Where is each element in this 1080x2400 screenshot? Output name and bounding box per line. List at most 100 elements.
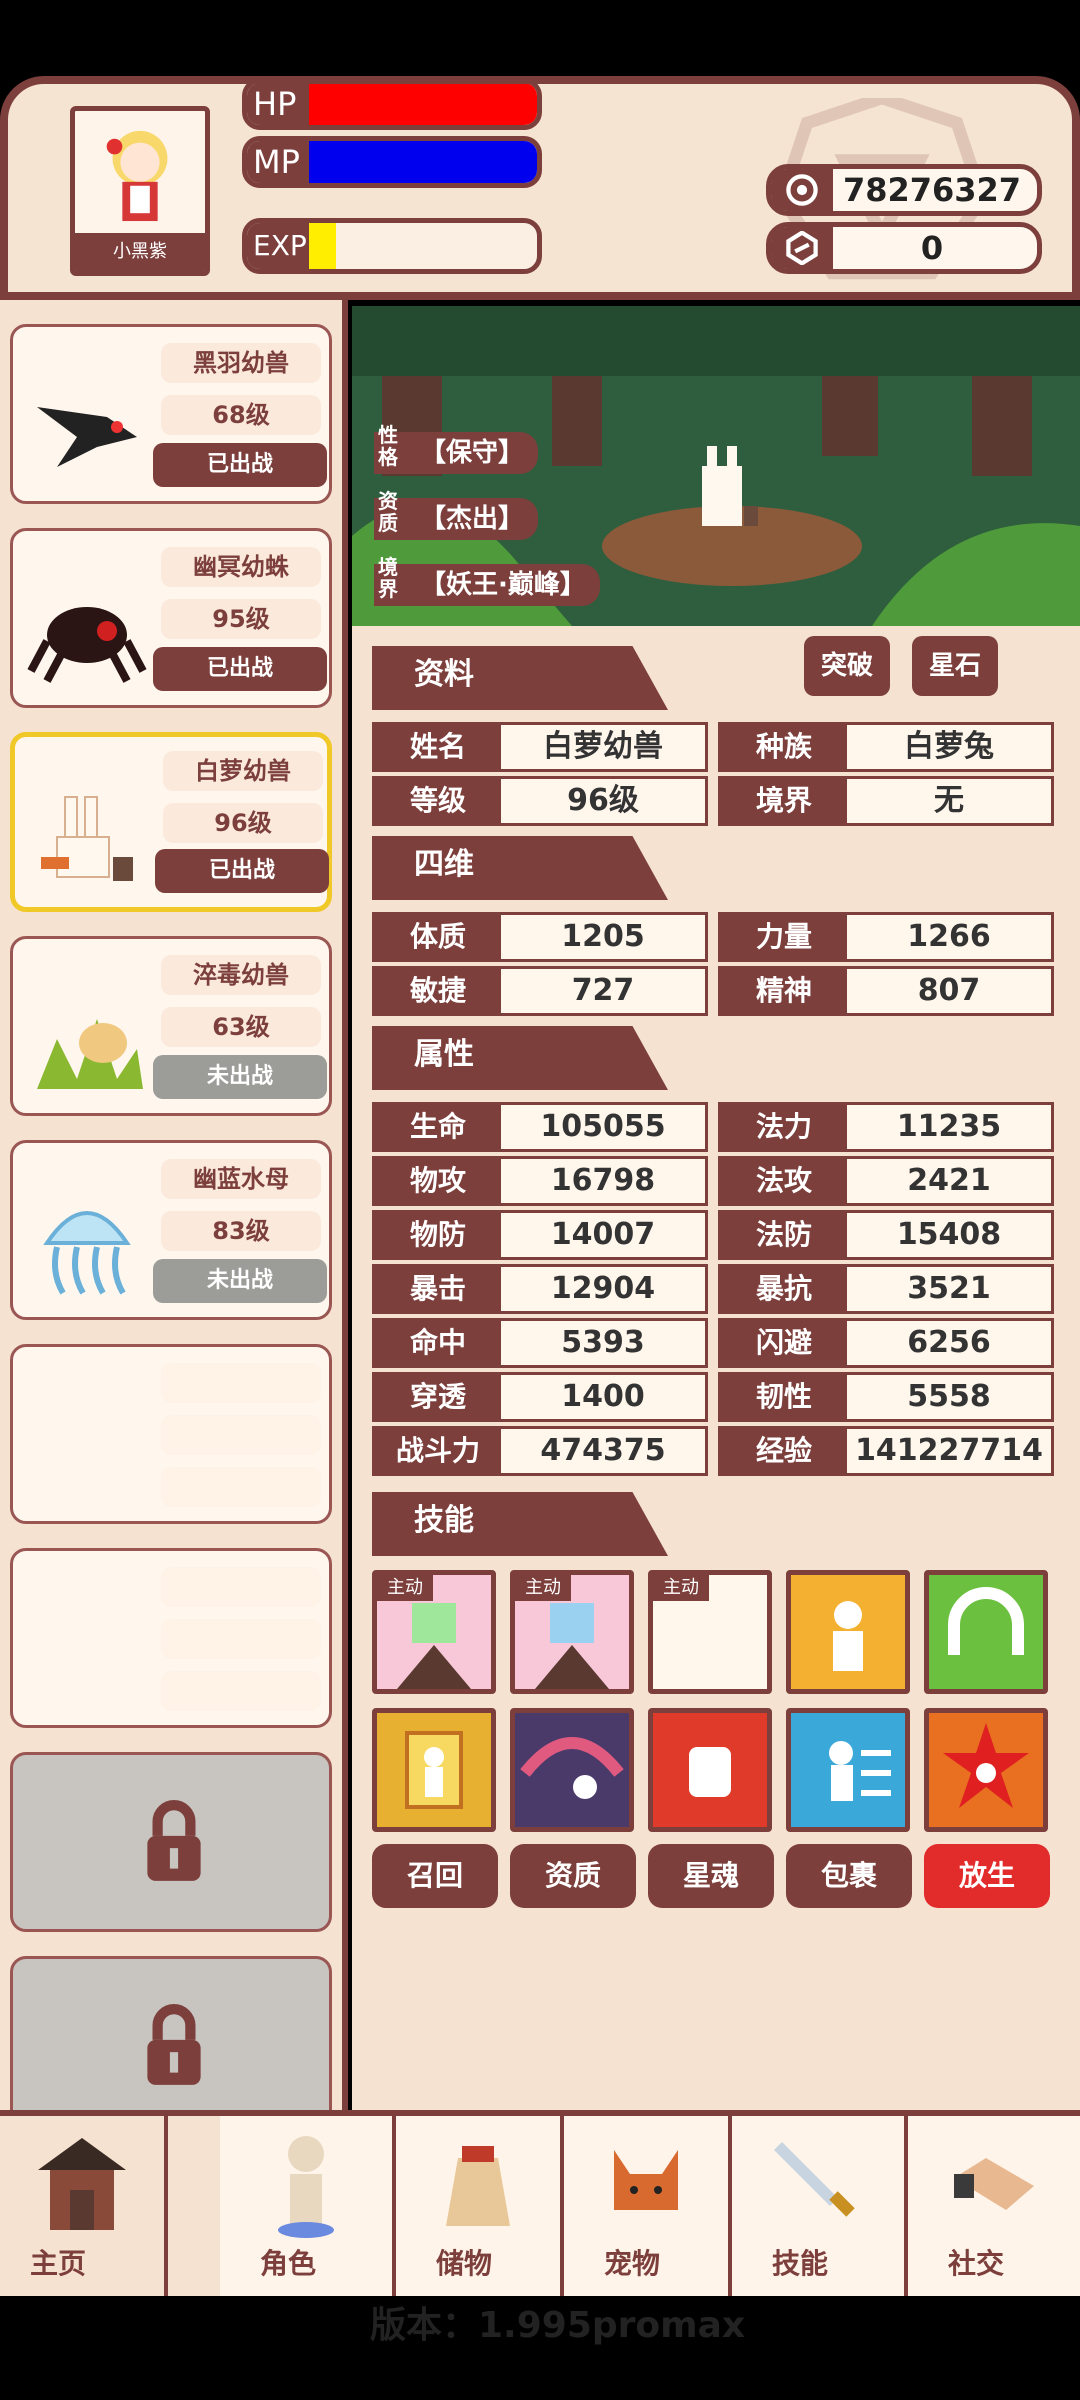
nav-label: 主页 bbox=[30, 2247, 87, 2280]
app-screen: 小黑紫 HP MP EXP 78276327 0 黑羽幼兽 68级 已出战 幽冥… bbox=[0, 0, 1080, 2400]
pet-level: 96级 bbox=[163, 803, 323, 843]
aptitude-tag: 资质 【杰出】 bbox=[374, 490, 539, 540]
pet-slot-1[interactable]: 黑羽幼兽 68级 已出战 bbox=[10, 324, 332, 504]
attr-cell: 暴击 12904 bbox=[372, 1264, 708, 1314]
four-cell: 精神 807 bbox=[718, 966, 1054, 1016]
pet-slot-3[interactable]: 白萝幼兽 96级 已出战 bbox=[10, 732, 332, 912]
aptitude-value: 【杰出】 bbox=[420, 504, 525, 534]
bird-pet-icon bbox=[37, 407, 137, 467]
locked-pet-slot[interactable] bbox=[10, 1956, 332, 2110]
attr-value: 12904 bbox=[550, 1271, 656, 1306]
star-stone-button[interactable]: 星石 bbox=[912, 636, 998, 696]
skill-slot[interactable] bbox=[924, 1708, 1048, 1832]
deploy-button[interactable]: 已出战 bbox=[155, 849, 329, 893]
fist-skill-icon bbox=[689, 1747, 731, 1797]
nav-label: 角色 bbox=[260, 2247, 317, 2280]
sword-icon bbox=[774, 2142, 855, 2217]
player-avatar[interactable]: 小黑紫 bbox=[70, 106, 210, 276]
four-cell: 敏捷 727 bbox=[372, 966, 708, 1016]
whirlwind-skill-icon bbox=[520, 1737, 624, 1799]
star-soul-button[interactable]: 星魂 bbox=[648, 1844, 774, 1908]
attr-key: 穿透 bbox=[375, 1375, 501, 1419]
attr-cell: 闪避 6256 bbox=[718, 1318, 1054, 1368]
realm-tag: 境界 【妖王·巅峰】 bbox=[374, 556, 600, 606]
attr-key: 法防 bbox=[721, 1213, 847, 1257]
stat-value: 727 bbox=[571, 973, 635, 1008]
deploy-button[interactable]: 未出战 bbox=[153, 1259, 327, 1303]
deploy-button[interactable]: 已出战 bbox=[153, 647, 327, 691]
nav-storage[interactable]: 储物 bbox=[396, 2116, 564, 2296]
shield-figure-skill-icon bbox=[405, 1731, 463, 1809]
pet-slot-2[interactable]: 幽冥幼蛛 95级 已出战 bbox=[10, 528, 332, 708]
bag-button[interactable]: 包裹 bbox=[786, 1844, 912, 1908]
attr-key: 物攻 bbox=[375, 1159, 501, 1203]
deploy-button[interactable]: 未出战 bbox=[153, 1055, 327, 1099]
gem-counter: 0 bbox=[766, 222, 1042, 274]
nav-label: 社交 bbox=[948, 2247, 1005, 2280]
skill-slot[interactable] bbox=[924, 1570, 1048, 1694]
section-skill-header: 技能 bbox=[372, 1492, 668, 1556]
hp-fill bbox=[309, 84, 537, 125]
locked-pet-slot[interactable] bbox=[10, 1752, 332, 1932]
mp-bar: MP bbox=[242, 136, 542, 188]
info-value: 白萝兔 bbox=[904, 729, 994, 764]
pet-level: 95级 bbox=[161, 599, 321, 639]
handshake-icon bbox=[954, 2158, 1034, 2210]
empty-pet-slot[interactable] bbox=[10, 1344, 332, 1524]
nav-home[interactable]: 主页 bbox=[0, 2116, 168, 2296]
attr-key: 暴抗 bbox=[721, 1267, 847, 1311]
attr-cell: 战斗力 474375 bbox=[372, 1426, 708, 1476]
empty-pill bbox=[161, 1619, 321, 1659]
pet-level: 68级 bbox=[161, 395, 321, 435]
attr-value: 141227714 bbox=[855, 1433, 1043, 1468]
nav-label: 宠物 bbox=[604, 2247, 661, 2280]
empty-pet-slot[interactable] bbox=[10, 1548, 332, 1728]
pet-slot-4[interactable]: 淬毒幼兽 63级 未出战 bbox=[10, 936, 332, 1116]
skill-slot[interactable] bbox=[510, 1708, 634, 1832]
skill-slot[interactable]: 主动 bbox=[510, 1570, 634, 1694]
skill-slot[interactable]: 主动 bbox=[372, 1570, 496, 1694]
mp-label: MP bbox=[247, 141, 309, 183]
info-key: 种族 bbox=[721, 725, 847, 769]
attr-value: 14007 bbox=[550, 1217, 656, 1252]
gem-value: 0 bbox=[920, 229, 944, 267]
info-cell: 种族 白萝兔 bbox=[718, 722, 1054, 772]
pet-name: 黑羽幼兽 bbox=[161, 343, 321, 383]
deploy-button[interactable]: 已出战 bbox=[153, 443, 327, 487]
empty-pill bbox=[161, 1467, 321, 1507]
attr-key: 法攻 bbox=[721, 1159, 847, 1203]
version-text: 版本：1.995promax bbox=[370, 2305, 746, 2346]
info-cell: 等级 96级 bbox=[372, 776, 708, 826]
gold-value: 78276327 bbox=[842, 171, 1022, 209]
active-tag: 主动 bbox=[653, 1575, 709, 1601]
attr-cell: 经验 141227714 bbox=[718, 1426, 1054, 1476]
section-attr-header: 属性 bbox=[372, 1026, 668, 1090]
nav-pet[interactable]: 宠物 bbox=[564, 2116, 732, 2296]
pet-name: 幽冥幼蛛 bbox=[161, 547, 321, 587]
release-button[interactable]: 放生 bbox=[924, 1844, 1050, 1908]
hp-label: HP bbox=[247, 84, 309, 125]
skill-slot-empty[interactable]: 主动 bbox=[648, 1570, 772, 1694]
attr-cell: 韧性 5558 bbox=[718, 1372, 1054, 1422]
nav-skill[interactable]: 技能 bbox=[732, 2116, 908, 2296]
nav-social[interactable]: 社交 bbox=[908, 2116, 1080, 2296]
exp-bar: EXP bbox=[242, 218, 542, 274]
attr-key: 韧性 bbox=[721, 1375, 847, 1419]
attr-key: 命中 bbox=[375, 1321, 501, 1365]
info-cell: 姓名 白萝幼兽 bbox=[372, 722, 708, 772]
info-value: 白萝幼兽 bbox=[543, 729, 663, 764]
poison-beast-icon bbox=[37, 1019, 143, 1089]
breakthrough-button[interactable]: 突破 bbox=[804, 636, 890, 696]
nav-label: 技能 bbox=[772, 2247, 829, 2280]
skill-slot[interactable] bbox=[372, 1708, 496, 1832]
skill-slot[interactable] bbox=[648, 1708, 772, 1832]
attr-cell: 法攻 2421 bbox=[718, 1156, 1054, 1206]
attr-key: 经验 bbox=[721, 1429, 847, 1473]
aptitude-button[interactable]: 资质 bbox=[510, 1844, 636, 1908]
skill-slot[interactable] bbox=[786, 1708, 910, 1832]
stat-key: 精神 bbox=[721, 969, 847, 1013]
skill-slot[interactable] bbox=[786, 1570, 910, 1694]
pet-slot-5[interactable]: 幽蓝水母 83级 未出战 bbox=[10, 1140, 332, 1320]
recall-button[interactable]: 召回 bbox=[372, 1844, 498, 1908]
nav-character[interactable]: 角色 bbox=[220, 2116, 396, 2296]
